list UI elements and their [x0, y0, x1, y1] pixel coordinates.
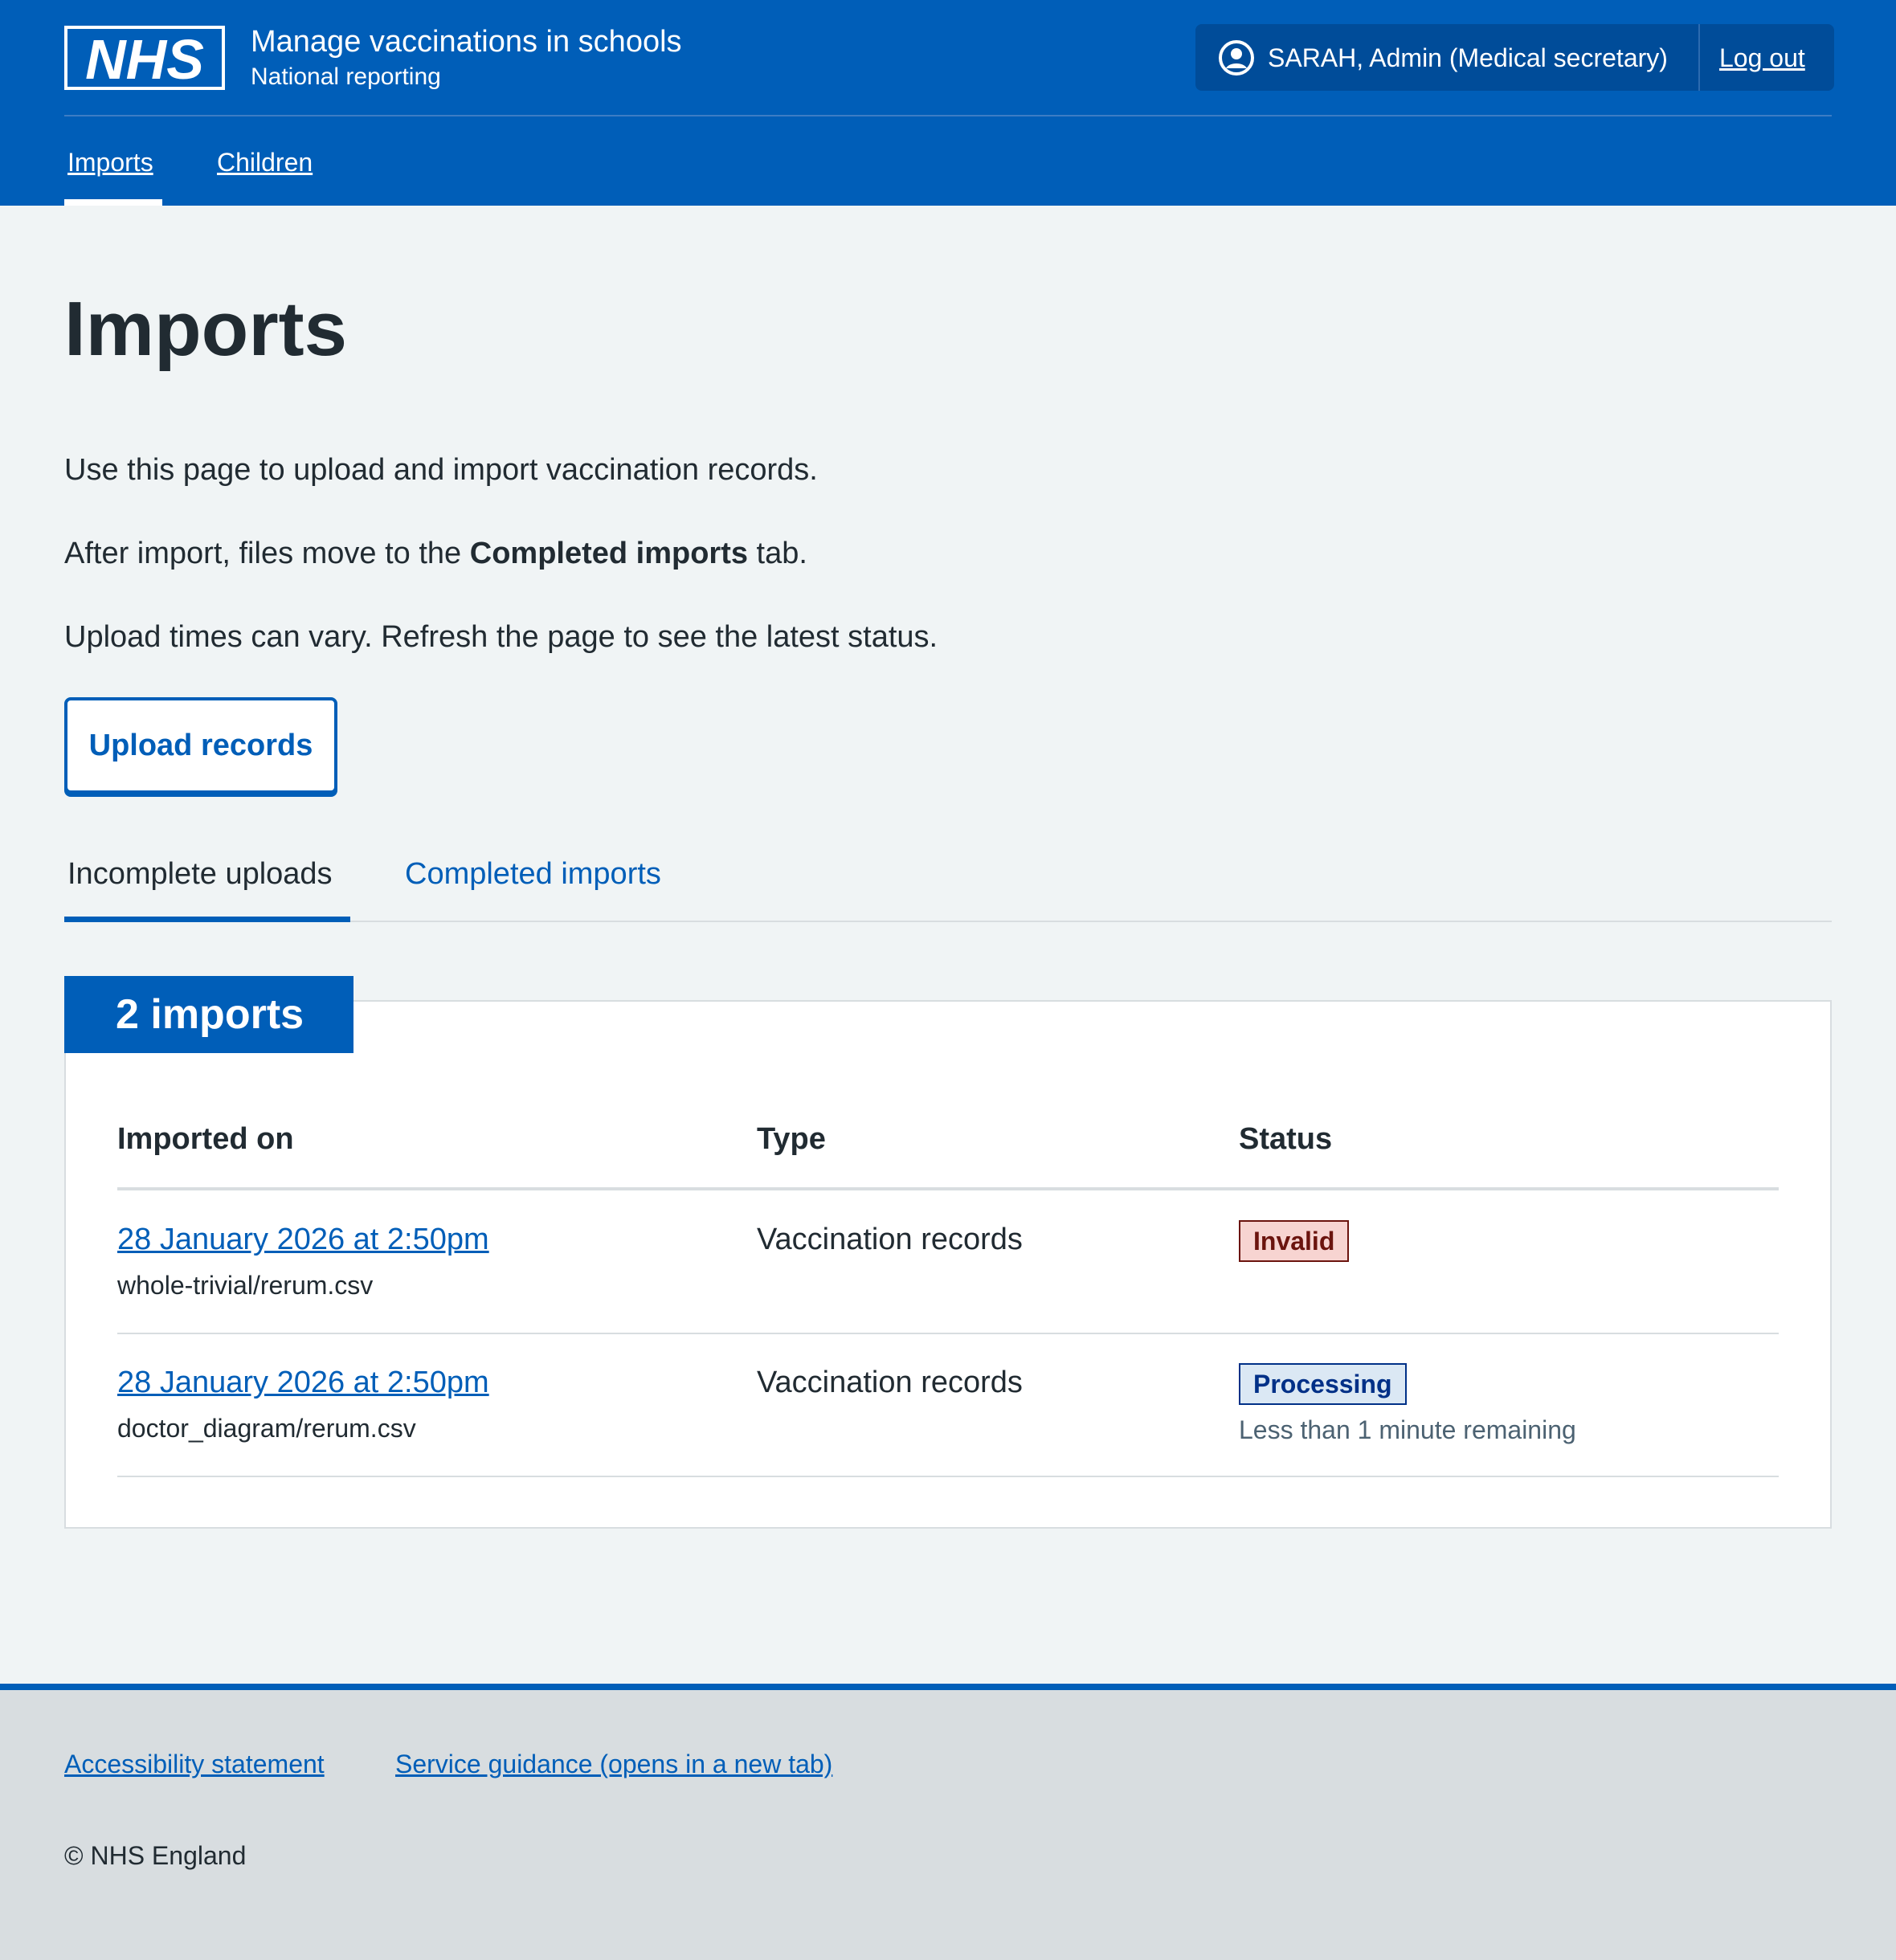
nhs-logo[interactable]: NHS — [64, 26, 225, 90]
status-badge-processing: Processing — [1239, 1363, 1407, 1405]
tab-completed-imports[interactable]: Completed imports — [405, 853, 661, 895]
intro-text-after-import: After import, files move to the Complete… — [64, 533, 807, 574]
nav-active-indicator — [64, 199, 162, 206]
header-divider — [64, 115, 1832, 116]
imports-card — [64, 1000, 1832, 1529]
card-heading: 2 imports — [64, 976, 353, 1053]
tab-active-indicator — [64, 917, 350, 922]
service-name[interactable]: Manage vaccinations in schools — [251, 22, 682, 61]
import-date-link[interactable]: 28 January 2026 at 2:50pm — [117, 1219, 489, 1260]
logout-link[interactable]: Log out — [1719, 40, 1805, 76]
status-hint: Less than 1 minute remaining — [1239, 1415, 1576, 1444]
footer-link-service-guidance[interactable]: Service guidance (opens in a new tab) — [395, 1746, 832, 1782]
footer-link-accessibility[interactable]: Accessibility statement — [64, 1746, 325, 1782]
upload-records-button[interactable]: Upload records — [64, 697, 337, 794]
import-file-name: doctor_diagram/rerum.csv — [117, 1414, 416, 1443]
table-row-divider — [117, 1333, 1779, 1334]
column-header-status: Status — [1239, 1122, 1333, 1156]
import-type: Vaccination records — [757, 1366, 1023, 1399]
intro-text-bold: Completed imports — [469, 537, 748, 570]
site-footer — [0, 1684, 1896, 1960]
logo-text: NHS — [85, 28, 204, 90]
intro-text-after: tab. — [748, 537, 807, 570]
import-date-link[interactable]: 28 January 2026 at 2:50pm — [117, 1362, 489, 1403]
intro-text-upload: Use this page to upload and import vacci… — [64, 453, 818, 487]
intro-text-refresh: Upload times can vary. Refresh the page … — [64, 620, 938, 654]
tab-incomplete-uploads[interactable]: Incomplete uploads — [67, 853, 333, 895]
nav-item-children[interactable]: Children — [217, 145, 313, 180]
import-file-name: whole-trivial/rerum.csv — [117, 1271, 374, 1300]
column-header-type: Type — [757, 1122, 826, 1156]
service-subtitle: National reporting — [251, 63, 441, 90]
page-title: Imports — [64, 286, 348, 372]
intro-text-before: After import, files move to the — [64, 537, 470, 570]
table-row-divider — [117, 1476, 1779, 1477]
account-name: SARAH, Admin (Medical secretary) — [1268, 43, 1668, 72]
user-circle-icon — [1218, 39, 1255, 76]
import-type: Vaccination records — [757, 1223, 1023, 1256]
nav-item-imports[interactable]: Imports — [67, 145, 153, 180]
account-panel: SARAH, Admin (Medical secretary) Log out — [1195, 24, 1834, 91]
table-header-divider — [117, 1187, 1779, 1190]
account-divider — [1698, 24, 1700, 91]
column-header-imported-on: Imported on — [117, 1122, 294, 1156]
status-badge-invalid: Invalid — [1239, 1220, 1350, 1262]
copyright-text: © NHS England — [64, 1841, 247, 1870]
